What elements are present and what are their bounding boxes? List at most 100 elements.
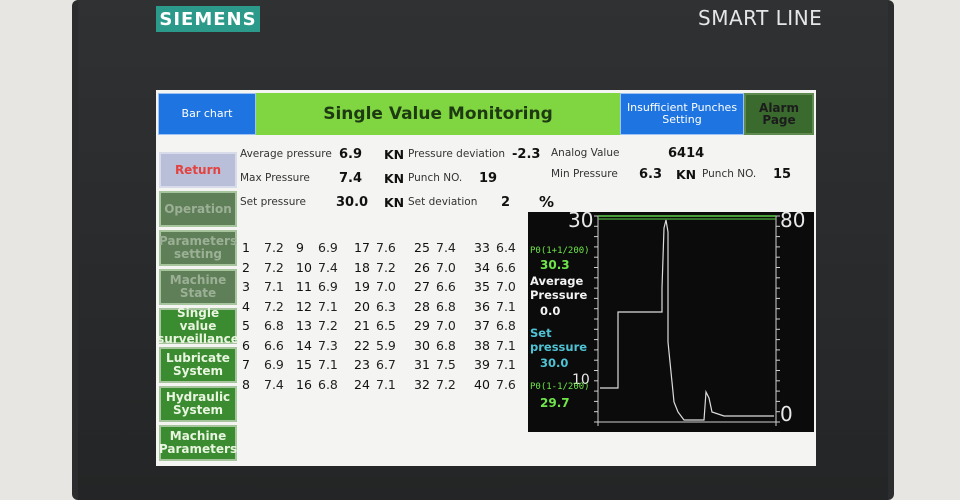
punch-pressure-value: 7.6 xyxy=(376,240,396,255)
set-deviation-unit: % xyxy=(539,193,555,211)
punch-cell: 16 6.8 xyxy=(296,377,338,392)
average-pressure-chart-value: 0.0 xyxy=(540,304,561,318)
punch-cell: 6 6.6 xyxy=(242,338,284,353)
product-line-label: SMART LINE xyxy=(698,6,823,30)
max-pressure-label: Max Pressure xyxy=(240,172,310,184)
punch-cell: 4 7.2 xyxy=(242,299,284,314)
punch-number: 33 xyxy=(474,240,490,255)
punch-cell: 35 7.0 xyxy=(474,279,516,294)
punch-pressure-value: 6.6 xyxy=(496,259,516,275)
nav-hydraulic-system[interactable]: Hydraulic System xyxy=(159,386,237,422)
punch-number: 39 xyxy=(474,357,490,372)
punch-pressure-value: 7.2 xyxy=(376,259,396,275)
punch-cell: 37 6.8 xyxy=(474,318,516,333)
punch-pressure-value: 7.1 xyxy=(496,298,516,314)
pressure-chart-panel: 30 10 80 0 P0(1+1/200) 30.3 Average Pres… xyxy=(528,208,814,432)
punch-number: 31 xyxy=(414,357,430,372)
set-deviation-value[interactable]: 2 xyxy=(501,195,510,210)
punch-cell: 21 6.5 xyxy=(354,318,396,333)
punch-cell: 18 7.2 xyxy=(354,260,396,275)
punch-cell: 15 7.1 xyxy=(296,357,338,372)
min-pressure-value: 6.3 xyxy=(639,167,663,182)
punch-number: 5 xyxy=(242,318,250,333)
max-pressure-value: 7.4 xyxy=(339,171,363,186)
punch-cell: 2 7.2 xyxy=(242,260,284,275)
punch-number: 23 xyxy=(354,357,370,372)
return-button[interactable]: Return xyxy=(159,152,237,188)
punch-cell: 7 6.9 xyxy=(242,357,284,372)
punch-cell: 31 7.5 xyxy=(414,357,456,372)
punch-pressure-value: 7.1 xyxy=(264,279,284,294)
punch-pressure-value: 7.0 xyxy=(436,318,456,333)
punch-pressure-value: 6.4 xyxy=(496,240,516,255)
punch-pressure-value: 7.1 xyxy=(318,357,338,372)
p0-lower-value: 29.7 xyxy=(540,396,570,410)
punch-cell: 36 7.1 xyxy=(474,299,516,314)
punch-pressure-value: 6.8 xyxy=(436,337,456,353)
max-pressure-unit: KN xyxy=(384,171,405,186)
punch-pressure-value: 6.8 xyxy=(496,318,516,333)
punch-cell: 5 6.8 xyxy=(242,318,284,333)
punch-cell: 23 6.7 xyxy=(354,357,396,372)
alarm-page-button[interactable]: Alarm Page xyxy=(744,93,814,135)
punch-pressure-value: 7.2 xyxy=(318,318,338,333)
set-pressure-value[interactable]: 30.0 xyxy=(336,195,368,210)
punch-cell: 33 6.4 xyxy=(474,240,516,255)
punch-number: 1 xyxy=(242,240,250,255)
punch-number: 6 xyxy=(242,337,250,353)
pressure-deviation-label: Pressure deviation xyxy=(408,148,505,160)
punch-pressure-value: 6.8 xyxy=(436,298,456,314)
punch-cell: 22 5.9 xyxy=(354,338,396,353)
punch-pressure-value: 7.1 xyxy=(376,376,396,392)
nav-single-value-surveillance[interactable]: Single value surveillance xyxy=(157,306,239,345)
punch-number: 32 xyxy=(414,376,430,392)
punch-number: 12 xyxy=(296,298,312,314)
insufficient-punches-button[interactable]: Insufficient Punches Setting xyxy=(620,93,744,135)
nav-parameters-setting[interactable]: Parameters setting xyxy=(159,230,237,266)
punch-pressure-value: 7.2 xyxy=(264,259,284,275)
punch-number: 17 xyxy=(354,240,370,255)
right-axis-ticks xyxy=(776,215,780,423)
siemens-logo: SIEMENS xyxy=(156,6,260,32)
nav-operation[interactable]: Operation xyxy=(159,191,237,227)
punch-number: 30 xyxy=(414,337,430,353)
nav-lubricate-system[interactable]: Lubricate System xyxy=(159,347,237,383)
nav-machine-parameters[interactable]: Machine Parameters xyxy=(159,425,237,461)
punch-pressure-value: 6.8 xyxy=(264,318,284,333)
punch-pressure-value: 7.1 xyxy=(318,298,338,314)
left-axis-top-label: 30 xyxy=(568,208,594,232)
pressure-trace-chart xyxy=(594,215,780,426)
punch-number: 13 xyxy=(296,318,312,333)
punch-cell: 40 7.6 xyxy=(474,377,516,392)
analog-value-label: Analog Value xyxy=(551,147,620,159)
min-pressure-unit: KN xyxy=(676,167,697,182)
punch-cell: 12 7.1 xyxy=(296,299,338,314)
punch-pressure-value: 7.4 xyxy=(264,376,284,392)
punch-cell: 20 6.3 xyxy=(354,299,396,314)
punch-cell: 27 6.6 xyxy=(414,279,456,294)
punch-pressure-value: 6.5 xyxy=(376,318,396,333)
punch-cell: 25 7.4 xyxy=(414,240,456,255)
punch-number: 26 xyxy=(414,259,430,275)
punch-number: 24 xyxy=(354,376,370,392)
punch-cell: 28 6.8 xyxy=(414,299,456,314)
bar-chart-button[interactable]: Bar chart xyxy=(158,93,256,135)
hmi-screen: Bar chart Single Value Monitoring Insuff… xyxy=(156,90,816,466)
punch-cell: 11 6.9 xyxy=(296,279,338,294)
punch-pressure-value: 6.8 xyxy=(318,376,338,392)
punch-number: 21 xyxy=(354,318,370,333)
punch-number: 10 xyxy=(296,259,312,275)
min-pressure-label: Min Pressure xyxy=(551,168,618,180)
punch-pressure-value: 7.3 xyxy=(318,337,338,353)
punch-pressure-value: 6.7 xyxy=(376,357,396,372)
punch-cell: 3 7.1 xyxy=(242,279,284,294)
p0-upper-label: P0(1+1/200) xyxy=(530,246,590,256)
p0-lower-label: P0(1-1/200) xyxy=(530,382,590,392)
punch-cell: 30 6.8 xyxy=(414,338,456,353)
punch-cell: 24 7.1 xyxy=(354,377,396,392)
punch-number: 2 xyxy=(242,259,250,275)
punch-number: 36 xyxy=(474,298,490,314)
punch-cell: 13 7.2 xyxy=(296,318,338,333)
set-pressure-chart-value: 30.0 xyxy=(540,356,569,370)
nav-machine-state[interactable]: Machine State xyxy=(159,269,237,305)
